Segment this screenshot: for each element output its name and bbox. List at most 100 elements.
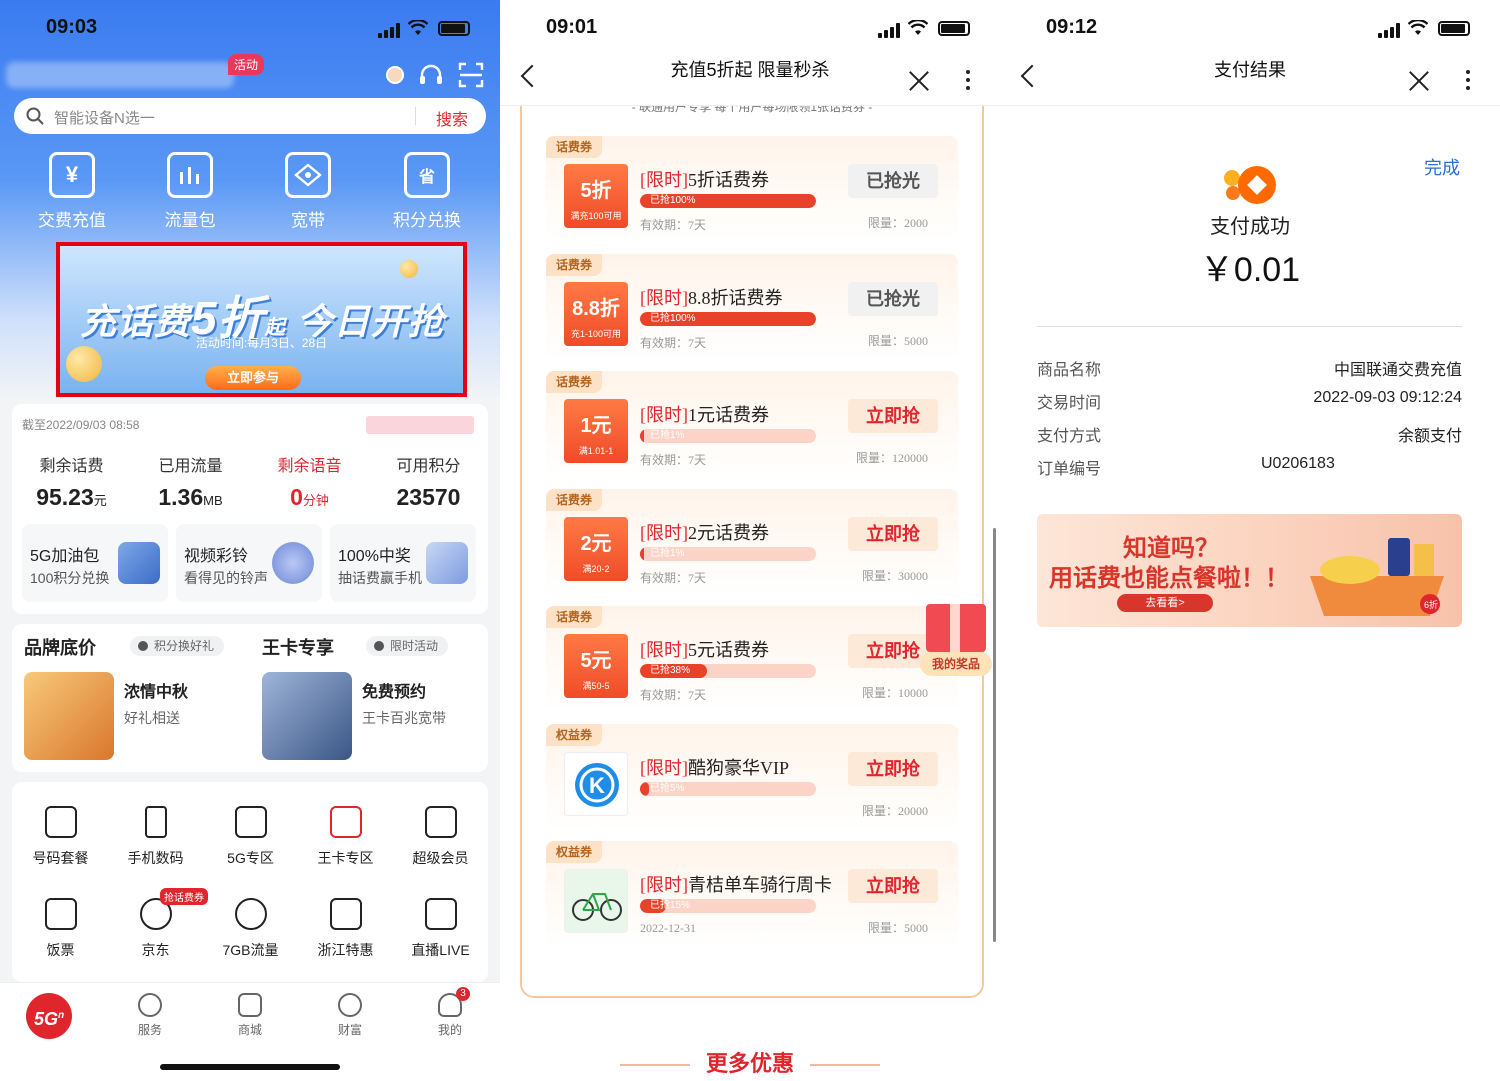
service-sim[interactable]: 号码套餐 bbox=[13, 806, 108, 868]
more-deals-heading: 更多优惠 bbox=[500, 1046, 1000, 1078]
signal-icon bbox=[878, 22, 902, 38]
tab-mall[interactable]: 商城 bbox=[220, 993, 280, 1038]
stat-voice[interactable]: 剩余语音 0分钟 bbox=[250, 452, 369, 511]
coupon-progress-fill bbox=[640, 546, 644, 561]
grab-button[interactable]: 立即抢 bbox=[848, 516, 938, 551]
service-label: 超级会员 bbox=[412, 850, 469, 866]
status-icons bbox=[378, 20, 470, 38]
stat-data-used[interactable]: 已用流量 1.36MB bbox=[131, 452, 250, 511]
coupon-face: 1元 满1.01-1 bbox=[564, 399, 628, 463]
service-7gb[interactable]: 7GB流量 bbox=[203, 898, 298, 960]
stat-balance[interactable]: 剩余话费 95.23元 bbox=[12, 452, 131, 511]
sold-out-button[interactable]: 已抢光 bbox=[848, 164, 938, 198]
tab-wealth[interactable]: 财富 bbox=[320, 993, 380, 1038]
service-meal[interactable]: 饭票 bbox=[13, 898, 108, 960]
quick-nav-broadband[interactable]: 宽带 bbox=[258, 152, 358, 231]
vip-crown-icon bbox=[424, 806, 457, 838]
done-button[interactable]: 完成 bbox=[1424, 154, 1460, 180]
coupon-progress: 已抢38% bbox=[640, 664, 816, 678]
brand-right-tag[interactable]: 限时活动 bbox=[366, 636, 449, 656]
quick-nav-data[interactable]: 流量包 bbox=[140, 152, 240, 231]
avatar[interactable] bbox=[386, 66, 404, 84]
coupon-face-sub: 满50-5 bbox=[582, 681, 610, 691]
coupon-progress: 已抢1% bbox=[640, 429, 816, 443]
coin-icon bbox=[338, 993, 362, 1017]
promo-video-ringtone[interactable]: 视频彩铃 看得见的铃声 bbox=[176, 524, 322, 602]
grab-button[interactable]: 立即抢 bbox=[848, 751, 938, 786]
promo-sub: 看得见的铃声 bbox=[184, 570, 268, 586]
battery-icon bbox=[1438, 21, 1470, 36]
hot-badge: 抢话费券 bbox=[160, 888, 208, 905]
coupon-validity: 有效期：7天 bbox=[640, 218, 707, 232]
service-king-card[interactable]: 王卡专区 bbox=[298, 806, 393, 868]
service-live[interactable]: 直播LIVE bbox=[393, 898, 488, 960]
brand-left-title[interactable]: 浓情中秋 bbox=[124, 678, 188, 702]
service-label: 7GB流量 bbox=[222, 942, 279, 958]
coupon-progress-fill bbox=[640, 429, 644, 443]
food-ad-banner[interactable]: 知道吗？ 用话费也能点餐啦！！ 去看看> 6折 bbox=[1037, 514, 1462, 627]
activity-badge[interactable]: 活动 bbox=[228, 54, 265, 75]
signal-icon bbox=[378, 22, 402, 38]
coupon-card: 话费券 1元 满1.01-1 [限时]1元话费券 已抢1% 有效期：7天 立即抢 限量：120… bbox=[546, 371, 958, 477]
service-jd[interactable]: 抢话费券 京东 bbox=[108, 888, 208, 960]
status-icons bbox=[1378, 20, 1470, 38]
stat-label: 已用流量 bbox=[158, 458, 223, 475]
more-icon[interactable] bbox=[1466, 70, 1470, 94]
status-icons bbox=[878, 20, 970, 38]
service-5g[interactable]: 5G专区 bbox=[203, 806, 298, 868]
coupon-card: 话费券 8.8折 充1-100可用 [限时]8.8折话费券 已抢100% 有效期：7天 已抢… bbox=[546, 253, 958, 360]
grab-button[interactable]: 立即抢 bbox=[848, 869, 938, 903]
tab-home-5g[interactable]: 5Gn bbox=[26, 993, 72, 1039]
home-indicator bbox=[160, 1064, 340, 1070]
bicycle-icon bbox=[564, 869, 628, 933]
promo-lottery[interactable]: 100%中奖 抽话费赢手机 bbox=[330, 524, 476, 602]
coupon-name: [限时]青桔单车骑行周卡 bbox=[640, 875, 832, 895]
brand-left-tag[interactable]: 积分换好礼 bbox=[130, 636, 225, 656]
stat-label: 可用积分 bbox=[396, 458, 461, 475]
coupon-name: [限时]5元话费券 bbox=[640, 640, 769, 660]
quick-nav-points[interactable]: 省 积分兑换 bbox=[377, 152, 477, 231]
search-button[interactable]: 搜索 bbox=[436, 106, 468, 130]
redacted-bar bbox=[366, 416, 474, 434]
brand-right-title[interactable]: 免费预约 bbox=[362, 678, 426, 702]
search-input[interactable]: 智能设备N选一 bbox=[54, 107, 155, 128]
coupon-name: [限时]2元话费券 bbox=[640, 522, 769, 543]
tab-services[interactable]: 服务 bbox=[120, 993, 180, 1038]
status-bar: 09:12 bbox=[1000, 0, 1500, 54]
scrollbar[interactable] bbox=[993, 528, 996, 942]
brand-right-heading: 王卡专享 bbox=[262, 638, 334, 658]
close-icon[interactable] bbox=[1408, 70, 1430, 92]
more-icon[interactable] bbox=[966, 70, 970, 94]
payment-amount: ￥0.01 bbox=[1199, 251, 1301, 289]
notification-badge: 3 bbox=[456, 987, 470, 1001]
scan-icon[interactable] bbox=[458, 62, 484, 88]
tab-home-sup: n bbox=[57, 1010, 65, 1021]
promo-5g-pack[interactable]: 5G加油包 100积分兑换 bbox=[22, 524, 168, 602]
promo-banner[interactable]: 充话费5折起 今日开抢 活动时间:每月3日、28日 立即参与 bbox=[56, 242, 467, 397]
service-label: 直播LIVE bbox=[411, 942, 470, 958]
kugou-logo-icon: K bbox=[564, 751, 628, 816]
stat-points[interactable]: 可用积分 23570 bbox=[369, 452, 488, 511]
my-prizes[interactable]: 我的奖品 bbox=[920, 592, 996, 682]
service-zhejiang[interactable]: 浙江特惠 bbox=[298, 898, 393, 960]
banner-join-button[interactable]: 立即参与 bbox=[205, 366, 301, 390]
stat-value: 23570 bbox=[396, 484, 461, 510]
coupon-face-sub: 满1.01-1 bbox=[578, 446, 614, 456]
service-vip[interactable]: 超级会员 bbox=[393, 806, 488, 868]
headset-icon[interactable] bbox=[418, 62, 444, 88]
ad-button[interactable]: 去看看> bbox=[1117, 594, 1213, 612]
coupon-type: 话费券 bbox=[546, 253, 603, 276]
detail-value: 余额支付 bbox=[1397, 428, 1462, 445]
quick-nav-recharge[interactable]: ¥ 交费充值 bbox=[22, 152, 122, 231]
tab-mine[interactable]: 3 我的 bbox=[420, 987, 480, 1038]
search-bar[interactable]: 智能设备N选一 搜索 bbox=[14, 98, 486, 134]
router-image[interactable] bbox=[262, 672, 352, 760]
brand-right-sub: 王卡百兆宽带 bbox=[362, 710, 446, 726]
grab-button[interactable]: 立即抢 bbox=[848, 399, 938, 433]
service-phones[interactable]: 手机数码 bbox=[108, 806, 203, 868]
close-icon[interactable] bbox=[908, 70, 930, 92]
coupon-progress: 已抢100% bbox=[640, 194, 816, 208]
sold-out-button[interactable]: 已抢光 bbox=[848, 281, 938, 316]
coupon-face-value: 2元 bbox=[580, 532, 612, 555]
mooncake-image[interactable] bbox=[24, 672, 114, 760]
